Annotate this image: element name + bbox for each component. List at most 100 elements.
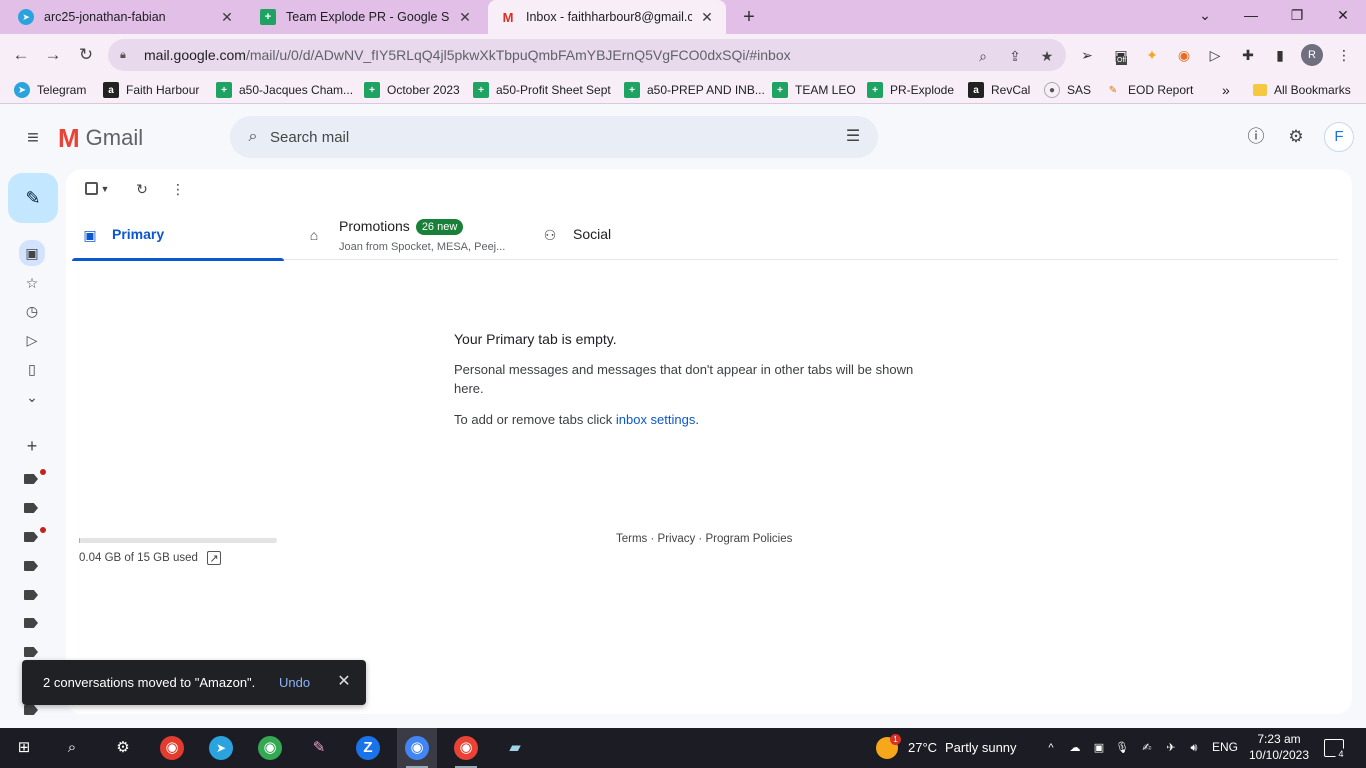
settings-gear-icon[interactable]: ⚙ — [1285, 126, 1307, 148]
bookmark-star-icon[interactable]: ★ — [1038, 47, 1056, 65]
chrome-profile-2-icon[interactable]: ◉ — [454, 736, 478, 760]
reload-icon[interactable]: ↻ — [73, 42, 99, 68]
address-bar[interactable]: 🔒︎ mail.google.com/mail/u/0/d/ADwNV_fIY5… — [108, 39, 1066, 71]
tab-search-icon[interactable]: ⌄ — [1182, 0, 1228, 30]
close-tab-icon[interactable]: ✕ — [456, 9, 474, 26]
extension-boost-icon[interactable]: ✦ — [1141, 44, 1163, 66]
inbox-settings-link[interactable]: inbox settings — [616, 412, 696, 427]
extension-off-icon[interactable]: ▣ Off — [1110, 44, 1132, 66]
browser-menu-icon[interactable]: ⋮ — [1333, 44, 1355, 66]
paint-icon[interactable]: ✎ — [307, 736, 331, 760]
system-clock[interactable]: 7:23 am 10/10/2023 — [1244, 731, 1314, 763]
browser-tab-telegram[interactable]: ➤ arc25-jonathan-fabian ✕ — [6, 0, 246, 34]
extension-circle-icon[interactable]: ◉ — [1173, 44, 1195, 66]
settings-gear-icon[interactable]: ⚙ — [111, 736, 135, 760]
language-indicator[interactable]: ENG — [1212, 740, 1238, 754]
label-icon[interactable] — [24, 618, 38, 628]
bookmark-team-leo[interactable]: + TEAM LEO — [772, 80, 856, 100]
label-icon[interactable] — [24, 474, 38, 484]
bookmark-jacques[interactable]: + a50-Jacques Cham... — [216, 80, 353, 100]
tab-primary[interactable]: ▣ Primary — [72, 211, 284, 261]
side-panel-icon[interactable]: ▮ — [1269, 44, 1291, 66]
close-icon[interactable]: ✕ — [334, 672, 354, 692]
footer-links[interactable]: Terms · Privacy · Program Policies — [616, 533, 792, 545]
gmail-logo[interactable]: M Gmail — [58, 123, 143, 153]
create-label-icon[interactable]: + — [21, 435, 43, 457]
bookmark-eod-report[interactable]: ✎ EOD Report — [1105, 80, 1194, 100]
extensions-puzzle-icon[interactable]: ✚ — [1237, 44, 1259, 66]
volume-icon[interactable]: 🔊︎ — [1186, 740, 1202, 756]
chrome-profile-icon[interactable]: ◉ — [258, 736, 282, 760]
search-options-icon[interactable]: ☰ — [842, 126, 864, 148]
extension-arrow-icon[interactable]: ➢ — [1076, 44, 1098, 66]
browser-tab-gmail[interactable]: M Inbox - faithharbour8@gmail.com - Gmai… — [488, 0, 726, 34]
zoom-app-icon[interactable]: Z — [356, 736, 380, 760]
forward-icon[interactable]: → — [40, 42, 66, 68]
label-icon[interactable] — [24, 590, 38, 600]
window-close-icon[interactable]: ✕ — [1320, 0, 1366, 30]
show-hidden-icons-icon[interactable]: ^ — [1043, 740, 1059, 756]
bookmark-faith-harbour[interactable]: a Faith Harbour — [103, 80, 199, 100]
sent-icon[interactable]: ▷ — [21, 329, 43, 351]
gmail-header: ≡ M Gmail ⌕ ☰ ⓘ ⚙ F — [0, 105, 1366, 169]
more-chevron-icon[interactable]: ⌄ — [21, 386, 43, 408]
all-bookmarks-button[interactable]: All Bookmarks — [1253, 80, 1351, 100]
more-bookmarks-button[interactable]: » — [1222, 80, 1230, 100]
tab-social[interactable]: ⚇ Social — [530, 211, 742, 260]
label-icon[interactable] — [24, 561, 38, 571]
bookmark-profit-sheet[interactable]: + a50-Profit Sheet Sept — [473, 80, 611, 100]
url-text[interactable]: mail.google.com/mail/u/0/d/ADwNV_fIY5RLq… — [144, 47, 791, 63]
browser-profile-avatar[interactable]: R — [1301, 44, 1323, 66]
select-all-checkbox[interactable]: ▼ — [82, 179, 112, 199]
new-tab-icon[interactable]: + — [737, 5, 761, 29]
extension-cursor-icon[interactable]: ▷ — [1204, 44, 1226, 66]
chrome-icon[interactable]: ◉ — [160, 736, 184, 760]
notepad-icon[interactable]: ▰ — [503, 736, 527, 760]
label-icon[interactable] — [24, 503, 38, 513]
weather-description[interactable]: Partly sunny — [945, 740, 1017, 755]
telegram-icon[interactable]: ➤ — [209, 736, 233, 760]
support-icon[interactable]: ⓘ — [1245, 126, 1267, 148]
bookmark-revcal[interactable]: a RevCal — [968, 80, 1030, 100]
onedrive-cloud-icon[interactable]: ☁ — [1067, 740, 1083, 756]
bookmark-october-2023[interactable]: + October 2023 — [364, 80, 460, 100]
back-icon[interactable]: ← — [8, 42, 34, 68]
label-icon[interactable] — [24, 705, 38, 715]
share-icon[interactable]: ⇪ — [1006, 47, 1024, 65]
input-method-icon[interactable]: ✍ — [1139, 740, 1155, 756]
tab-promotions[interactable]: ⌂ Promotions 26 new Joan from Spocket, ME… — [298, 211, 522, 260]
main-menu-icon[interactable]: ≡ — [20, 125, 46, 151]
search-input[interactable] — [270, 124, 830, 150]
drafts-icon[interactable]: ▯ — [21, 358, 43, 380]
close-tab-icon[interactable]: ✕ — [218, 9, 236, 26]
close-tab-icon[interactable]: ✕ — [698, 9, 716, 26]
inbox-icon[interactable]: ▣ — [19, 240, 45, 266]
minimize-icon[interactable]: — — [1228, 0, 1274, 30]
search-icon[interactable]: ⌕ — [242, 126, 264, 148]
more-options-icon[interactable]: ⋮ — [168, 179, 188, 199]
label-icon[interactable] — [24, 647, 38, 657]
windows-start-icon[interactable]: ⊞ — [12, 736, 36, 760]
microphone-icon[interactable]: 🎙︎ — [1114, 740, 1130, 756]
search-icon[interactable]: ⌕ — [60, 736, 84, 760]
bookmark-telegram[interactable]: ➤ Telegram — [14, 80, 86, 100]
browser-tab-sheets[interactable]: + Team Explode PR - Google Sheets ✕ — [248, 0, 484, 34]
account-avatar[interactable]: F — [1324, 122, 1354, 152]
undo-button[interactable]: Undo — [279, 675, 310, 690]
snoozed-clock-icon[interactable]: ◷ — [21, 300, 43, 322]
label-icon[interactable] — [24, 532, 38, 542]
bookmark-pr-explode[interactable]: + PR-Explode — [867, 80, 954, 100]
camera-icon[interactable]: ▣ — [1091, 740, 1107, 756]
zoom-icon[interactable]: ⌕ — [974, 47, 992, 65]
bookmark-prep-and-inb[interactable]: + a50-PREP AND INB... — [624, 80, 765, 100]
starred-icon[interactable]: ☆ — [21, 272, 43, 294]
compose-button[interactable]: ✎ — [8, 173, 58, 223]
open-in-new-icon[interactable]: ↗ — [206, 551, 221, 565]
bookmark-sas[interactable]: ● SAS — [1044, 80, 1091, 100]
refresh-icon[interactable]: ↻ — [132, 179, 152, 199]
chrome-active-icon[interactable]: ◉ — [405, 736, 429, 760]
new-count-badge: 26 new — [415, 219, 464, 235]
network-icon[interactable]: ✈ — [1163, 740, 1179, 756]
restore-icon[interactable]: ❐ — [1274, 0, 1320, 30]
weather-temperature[interactable]: 27°C — [908, 740, 937, 755]
